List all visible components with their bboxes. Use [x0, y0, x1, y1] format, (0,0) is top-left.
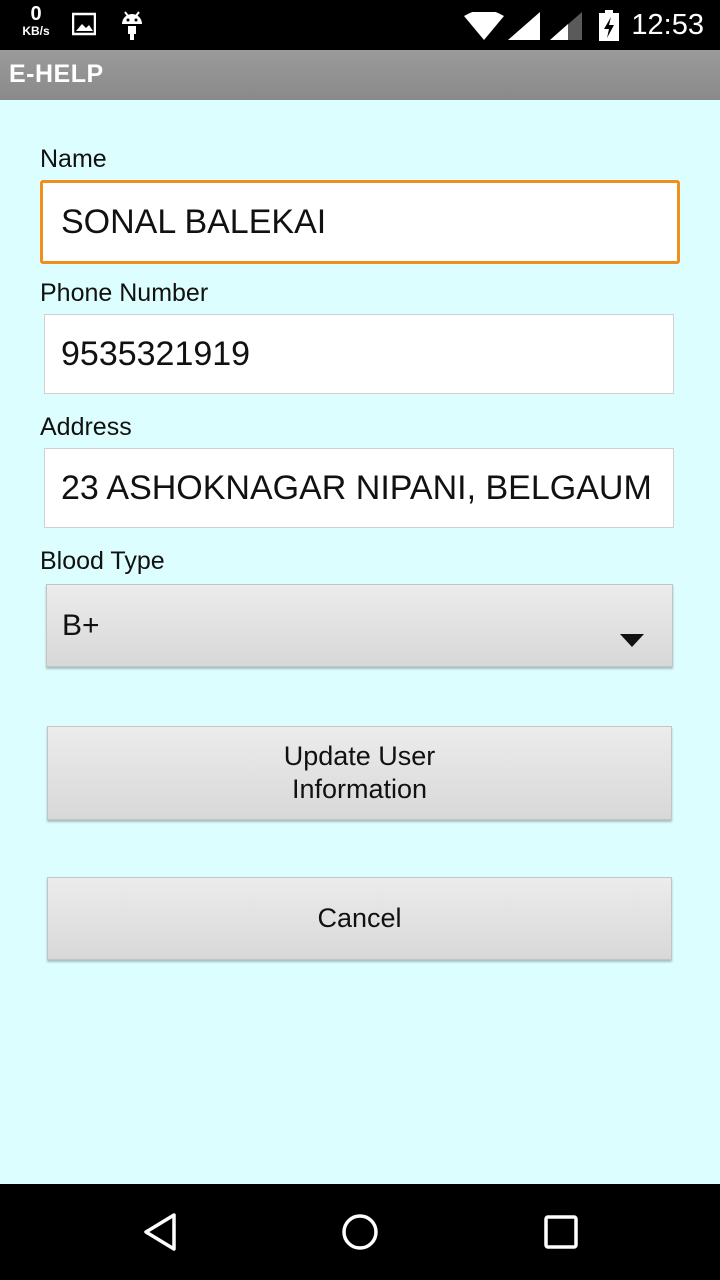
signal-icon	[508, 12, 540, 45]
cancel-button-label: Cancel	[317, 903, 402, 933]
signal-weak-icon	[550, 12, 582, 45]
blood-type-label: Blood Type	[40, 547, 165, 575]
address-label: Address	[40, 413, 132, 441]
app-bar: E-HELP	[0, 50, 720, 100]
name-value: SONAL BALEKAI	[61, 202, 327, 241]
battery-charging-icon	[598, 10, 620, 47]
update-user-information-button[interactable]: Update User Information	[47, 726, 672, 820]
status-bar: 0 KB/s 12:53	[0, 0, 720, 50]
wifi-icon	[464, 10, 504, 45]
app-title: E-HELP	[9, 60, 104, 88]
network-speed-value: 0	[30, 3, 42, 25]
blood-type-value: B+	[62, 608, 100, 642]
recents-icon[interactable]	[543, 1212, 579, 1257]
phone-value: 9535321919	[61, 334, 251, 373]
image-icon	[71, 12, 97, 41]
android-icon	[120, 10, 144, 47]
update-button-label: Update User Information	[283, 741, 436, 804]
name-label: Name	[40, 145, 107, 173]
back-icon[interactable]	[142, 1212, 178, 1257]
dropdown-arrow-icon	[620, 621, 644, 655]
form-container: Name SONAL BALEKAI Phone Number 95353219…	[0, 100, 720, 1184]
blood-type-spinner[interactable]: B+	[46, 584, 673, 667]
clock: 12:53	[631, 9, 704, 41]
navigation-bar	[0, 1184, 720, 1280]
home-icon[interactable]	[341, 1212, 379, 1257]
cancel-button[interactable]: Cancel	[47, 877, 672, 960]
phone-field[interactable]: 9535321919	[44, 314, 674, 394]
network-speed: 0 KB/s	[18, 4, 54, 37]
address-field[interactable]: 23 ASHOKNAGAR NIPANI, BELGAUM	[44, 448, 674, 528]
network-speed-unit: KB/s	[22, 24, 50, 38]
name-field[interactable]: SONAL BALEKAI	[40, 180, 680, 264]
phone-label: Phone Number	[40, 279, 209, 307]
address-value: 23 ASHOKNAGAR NIPANI, BELGAUM	[61, 468, 652, 507]
